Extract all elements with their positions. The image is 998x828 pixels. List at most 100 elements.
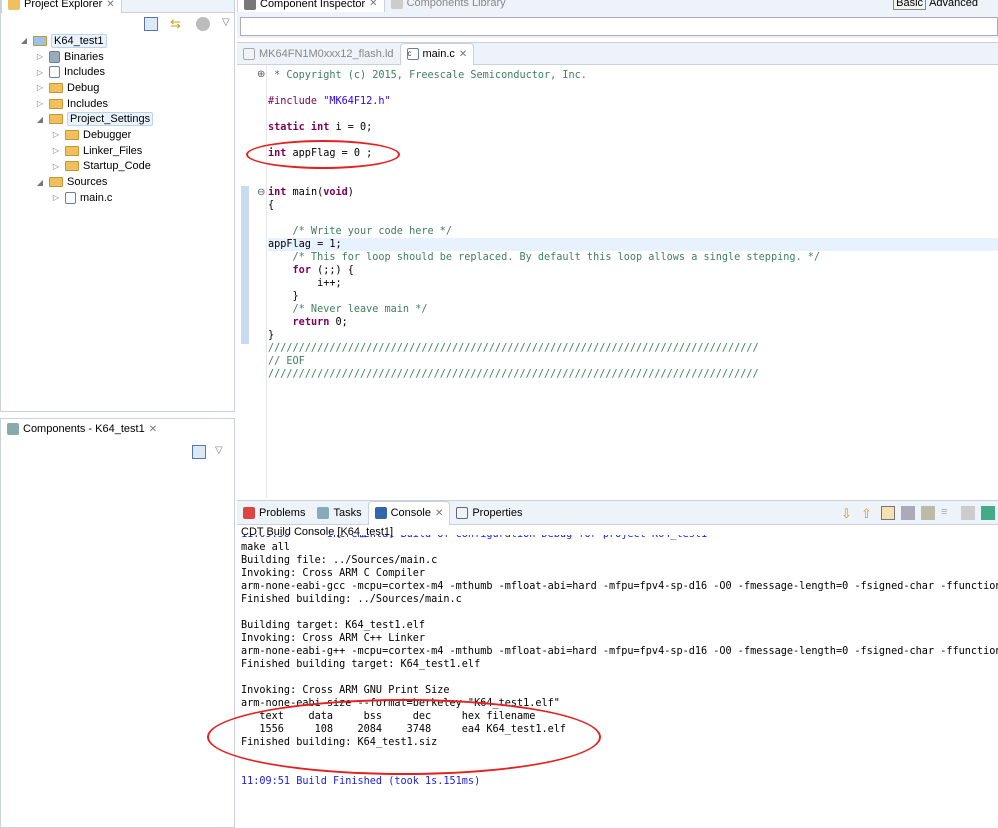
view-menu-icon[interactable]: ▽ [215,445,223,456]
code-line: #include "MK64F12.h" [268,95,998,108]
code-token: void [323,187,348,198]
open-console-icon[interactable] [981,505,995,520]
collapse-all-icon[interactable] [144,17,158,31]
folder-icon [49,98,63,109]
tab-components-library[interactable]: Components Library [385,0,512,13]
tree-item[interactable]: ◢ Sources [19,174,153,190]
folder-icon [49,82,63,93]
expand-arrow-icon[interactable]: ▷ [51,146,61,155]
project-icon [33,35,47,46]
expand-arrow-icon[interactable]: ▷ [51,193,61,202]
view-menu-icon[interactable]: ▽ [222,17,236,31]
project-tree: ◢ K64_test1 ▷ Binaries ▷ Includes ▷ Debug ▷ Inclu… [19,33,154,206]
folder-icon [65,161,79,172]
console-line: Invoking: Cross ARM C Compiler [241,568,426,579]
code-line: /* This for loop should be replaced. By … [268,251,998,264]
tree-item-label: Includes [67,97,108,110]
expand-arrow-icon[interactable]: ▷ [35,68,45,77]
close-icon[interactable]: ✕ [435,508,443,519]
expand-arrow-icon[interactable]: ▷ [51,162,61,171]
code-token: int [268,187,287,198]
tab-flash-ld[interactable]: MK64FN1M0xxx12_flash.ld [237,43,400,65]
folder-icon [49,114,63,125]
tree-item[interactable]: ▷ Debug [19,80,153,96]
expand-arrow-icon[interactable]: ▷ [35,52,45,61]
code-token: * Copyright (c) 2015, Freescale Semicond… [268,70,587,81]
tree-item[interactable]: ▷ Debugger [19,127,153,143]
tree-item[interactable]: ▷ Startup_Code [19,159,153,175]
code-line: static int i = 0; [268,121,998,134]
components-panel: Components - K64_test1 ✕ ▽ [0,418,235,828]
tree-item[interactable]: ◢ K64_test1 [19,33,153,49]
code-token: static int [268,122,330,133]
code-token: for [292,265,311,276]
filter-icon[interactable] [196,17,210,31]
includes-icon [49,66,60,79]
tab-component-inspector[interactable]: Component Inspector ✕ [237,0,385,12]
collapse-arrow-icon[interactable]: ◢ [35,115,45,124]
code-line: } [268,290,998,303]
code-line: } [268,329,998,342]
collapse-arrow-icon[interactable]: ◢ [35,178,45,187]
expand-arrow-icon[interactable]: ▷ [51,130,61,139]
annotation-ellipse [207,699,601,775]
folder-icon [65,145,79,156]
basic-mode-button[interactable]: Basic [893,0,927,10]
tree-item[interactable]: ▷ Linker_Files [19,143,153,159]
tab-main-c[interactable]: c main.c ✕ [399,42,475,65]
close-icon[interactable]: ✕ [369,0,377,9]
inspector-icon [244,0,256,10]
console-line: Building file: ../Sources/main.c [241,555,438,566]
tasks-icon [317,506,330,519]
fold-expand-icon[interactable]: ⊕ [257,69,265,80]
tree-item[interactable]: ◢ Project_Settings [19,111,154,127]
close-icon[interactable]: ✕ [149,424,157,435]
link-editor-icon[interactable]: ⇆ [170,17,184,31]
code-token: i++; [268,278,342,289]
tab-tasks[interactable]: Tasks [311,503,367,523]
tree-item[interactable]: ▷ Includes [19,64,153,80]
scroll-up-icon[interactable]: ⇧ [861,506,875,521]
close-icon[interactable]: ✕ [106,0,114,10]
tab-console[interactable]: Console ✕ [367,500,451,525]
tab-problems[interactable]: Problems [237,503,311,523]
console-line: Invoking: Cross ARM GNU Print Size [241,685,450,696]
fold-collapse-icon[interactable]: ⊖ [257,187,265,198]
tree-item-label: Binaries [64,50,104,63]
tree-item-label: Sources [67,176,108,189]
code-token: "MK64F12.h" [323,96,391,107]
lock-console-icon[interactable] [921,505,935,520]
code-token: 0; [329,317,348,328]
tree-item-label: Project_Settings [67,112,154,127]
tab-properties[interactable]: Properties [450,503,528,523]
scroll-down-icon[interactable]: ⇩ [841,506,855,521]
scroll-lock-icon[interactable] [881,505,895,520]
tab-components[interactable]: Components - K64_test1 ✕ [1,419,163,439]
tree-item[interactable]: ▷ Includes [19,96,153,112]
pin-console-icon[interactable] [901,505,915,520]
code-token: /* Never leave main */ [268,304,428,315]
library-icon [390,0,403,9]
inspector-filter-input[interactable] [240,17,998,36]
close-icon[interactable]: ✕ [459,49,467,60]
tree-item[interactable]: ▷ Binaries [19,49,153,65]
collapse-all-icon[interactable] [192,445,206,459]
collapse-arrow-icon[interactable]: ◢ [19,36,29,45]
console-icon [374,507,387,519]
tree-item[interactable]: ▷ main.c [19,190,153,206]
expand-arrow-icon[interactable]: ▷ [35,99,45,108]
console-line: Finished building target: K64_test1.elf [241,659,481,670]
annotation-ellipse [246,140,400,169]
code-editor[interactable]: * Copyright (c) 2015, Freescale Semicond… [268,69,998,381]
word-wrap-icon[interactable]: ≡ [941,506,955,520]
code-token: ////////////////////////////////////////… [268,369,759,380]
advanced-mode-button[interactable]: Advanced [926,0,998,9]
tree-item-label: Debug [67,81,100,94]
console-line: arm-none-eabi-gcc -mcpu=cortex-m4 -mthum… [241,581,998,592]
tab-project-explorer[interactable]: Project Explorer ✕ [1,0,122,13]
clear-console-icon[interactable] [961,505,975,520]
expand-arrow-icon[interactable]: ▷ [35,83,45,92]
